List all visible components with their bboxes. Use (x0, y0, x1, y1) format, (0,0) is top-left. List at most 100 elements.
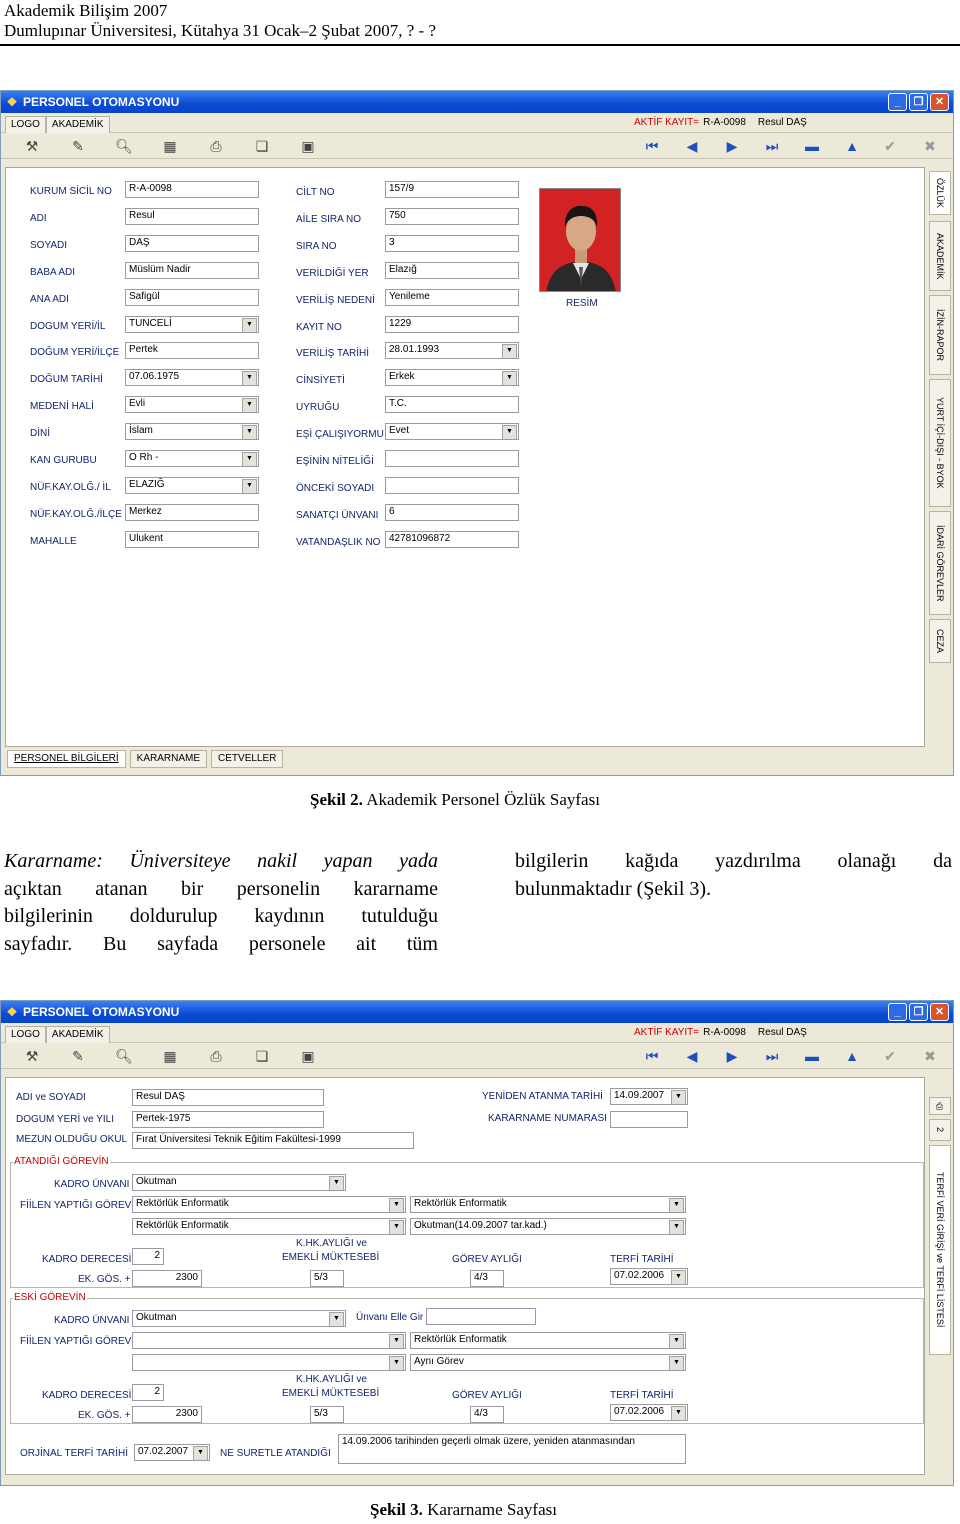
maximize-button[interactable]: ❐ (909, 93, 928, 111)
left-field-input[interactable]: Merkez (125, 503, 259, 521)
side-tab[interactable]: ÖZLÜK (929, 171, 951, 215)
yeniden-field[interactable]: 14.09.2007 (610, 1088, 688, 1105)
eski-fiilen-field-4[interactable]: Aynı Görev (410, 1354, 686, 1371)
side-tab-2[interactable]: 2 (929, 1119, 951, 1141)
right-field-input[interactable]: 750 (385, 207, 519, 225)
eski-fiilen-field-3[interactable]: Rektörlük Enformatik (410, 1332, 686, 1349)
right-field-input[interactable]: Yenileme (385, 288, 519, 306)
insert-record-icon[interactable]: ▲ (843, 137, 861, 155)
next-record-icon[interactable]: ▶ (723, 1047, 741, 1065)
left-field-input[interactable]: R-A-0098 (125, 181, 259, 198)
menu-akademik-2[interactable]: AKADEMİK (45, 1025, 110, 1043)
left-field-input[interactable]: Müslüm Nadir (125, 261, 259, 279)
right-field-input[interactable] (385, 476, 519, 494)
last-record-icon[interactable]: ⏭ (763, 137, 781, 155)
prev-record-icon[interactable]: ◀ (683, 137, 701, 155)
side-tab[interactable]: YURT İÇİ-DIŞI - BYOK (929, 379, 951, 507)
eski-derece-field[interactable]: 2 (132, 1384, 164, 1401)
side-tab[interactable]: CEZA (929, 619, 951, 663)
left-field-input[interactable]: Evli (125, 396, 259, 414)
minimize-button[interactable]: _ (888, 93, 907, 111)
orjinal-field[interactable]: 07.02.2007 (134, 1444, 210, 1461)
tab-personel-bilgileri[interactable]: PERSONEL BİLGİLERİ (7, 750, 126, 768)
check-icon[interactable]: ✔ (881, 1047, 899, 1065)
print-icon[interactable]: ⎙ (207, 137, 225, 155)
first-record-icon[interactable]: ⏮ (643, 1047, 661, 1065)
prev-record-icon[interactable]: ◀ (683, 1047, 701, 1065)
side-tab-icon[interactable]: ⎙ (929, 1097, 951, 1115)
menu-logo-2[interactable]: LOGO (5, 1025, 46, 1043)
left-field-input[interactable]: İslam (125, 423, 259, 441)
side-tab-terfi[interactable]: TERFİ VERİ GİRİŞİ ve TERFİ LİSTESİ (929, 1145, 951, 1355)
eski-gorev-field[interactable]: 4/3 (470, 1406, 504, 1423)
paste-icon[interactable]: ▣ (299, 137, 317, 155)
calendar-icon[interactable]: ▦ (161, 1047, 179, 1065)
tools-icon[interactable]: ⚒ (23, 1047, 41, 1065)
copy-icon[interactable]: ❏ (253, 1047, 271, 1065)
last-record-icon[interactable]: ⏭ (763, 1047, 781, 1065)
edit-icon[interactable]: ✎ (69, 1047, 87, 1065)
right-field-input[interactable]: Elazığ (385, 261, 519, 279)
menu-akademik[interactable]: AKADEMİK (45, 115, 110, 133)
dogum-field[interactable]: Pertek-1975 (132, 1111, 324, 1128)
eski-kadro-field[interactable]: Okutman (132, 1310, 346, 1327)
eski-khk-field[interactable]: 5/3 (310, 1406, 344, 1423)
edit-icon[interactable]: ✎ (69, 137, 87, 155)
left-field-input[interactable]: Ulukent (125, 530, 259, 548)
eski-fiilen-field-1[interactable] (132, 1332, 406, 1349)
left-field-input[interactable]: 07.06.1975 (125, 369, 259, 387)
search-icon[interactable]: 🔍︎ (115, 137, 133, 155)
cancel-icon[interactable]: ✖ (921, 1047, 939, 1065)
right-field-input[interactable]: 42781096872 (385, 530, 519, 548)
close-button-2[interactable]: ✕ (930, 1003, 949, 1021)
fiilen-field-4[interactable]: Okutman(14.09.2007 tar.kad.) (410, 1218, 686, 1235)
left-field-input[interactable]: TUNCELİ (125, 315, 259, 333)
right-field-input[interactable]: Evet (385, 423, 519, 441)
delete-record-icon[interactable]: ▬ (803, 137, 821, 155)
unvani-elle-field[interactable] (426, 1308, 536, 1325)
left-field-input[interactable]: Safigül (125, 288, 259, 306)
gorev-ayligi-field[interactable]: 4/3 (470, 1270, 504, 1287)
kararname-no-field[interactable] (610, 1111, 688, 1128)
eski-terfi-field[interactable]: 07.02.2006 (610, 1404, 688, 1421)
mezun-field[interactable]: Fırat Üniversitesi Teknik Eğitim Fakülte… (132, 1132, 414, 1149)
tab-kararname[interactable]: KARARNAME (129, 750, 208, 768)
cancel-icon[interactable]: ✖ (921, 137, 939, 155)
check-icon[interactable]: ✔ (881, 137, 899, 155)
paste-icon[interactable]: ▣ (299, 1047, 317, 1065)
kadro-unvani-field[interactable]: Okutman (132, 1174, 346, 1191)
fiilen-field-2[interactable]: Rektörlük Enformatik (132, 1218, 406, 1235)
right-field-input[interactable]: 1229 (385, 315, 519, 333)
right-field-input[interactable]: 157/9 (385, 181, 519, 198)
left-field-input[interactable]: Resul (125, 207, 259, 225)
next-record-icon[interactable]: ▶ (723, 137, 741, 155)
search-icon[interactable]: 🔍︎ (115, 1047, 133, 1065)
kadro-derecesi-field[interactable]: 2 (132, 1248, 164, 1265)
right-field-input[interactable] (385, 450, 519, 467)
ek-gos-field[interactable]: 2300 (132, 1270, 202, 1287)
right-field-input[interactable]: Erkek (385, 369, 519, 387)
ne-suretle-field[interactable]: 14.09.2006 tarihinden geçerli olmak üzer… (338, 1434, 686, 1464)
terfi-field[interactable]: 07.02.2006 (610, 1268, 688, 1285)
insert-record-icon[interactable]: ▲ (843, 1047, 861, 1065)
left-field-input[interactable]: Pertek (125, 342, 259, 360)
eski-ek-field[interactable]: 2300 (132, 1406, 202, 1423)
delete-record-icon[interactable]: ▬ (803, 1047, 821, 1065)
side-tab[interactable]: AKADEMİK (929, 221, 951, 291)
left-field-input[interactable]: ELAZIĞ (125, 476, 259, 494)
menu-logo[interactable]: LOGO (5, 115, 46, 133)
calendar-icon[interactable]: ▦ (161, 137, 179, 155)
right-field-input[interactable]: 3 (385, 234, 519, 252)
khk-field[interactable]: 5/3 (310, 1270, 344, 1287)
first-record-icon[interactable]: ⏮ (643, 137, 661, 155)
left-field-input[interactable]: DAŞ (125, 234, 259, 252)
tab-cetveller[interactable]: CETVELLER (211, 750, 284, 768)
side-tab[interactable]: İDARİ GÖREVLER (929, 511, 951, 615)
right-field-input[interactable]: 6 (385, 503, 519, 521)
right-field-input[interactable]: T.C. (385, 396, 519, 414)
right-field-input[interactable]: 28.01.1993 (385, 342, 519, 360)
close-button[interactable]: ✕ (930, 93, 949, 111)
fiilen-field-3[interactable]: Rektörlük Enformatik (410, 1196, 686, 1213)
minimize-button-2[interactable]: _ (888, 1003, 907, 1021)
eski-fiilen-field-2[interactable] (132, 1354, 406, 1371)
